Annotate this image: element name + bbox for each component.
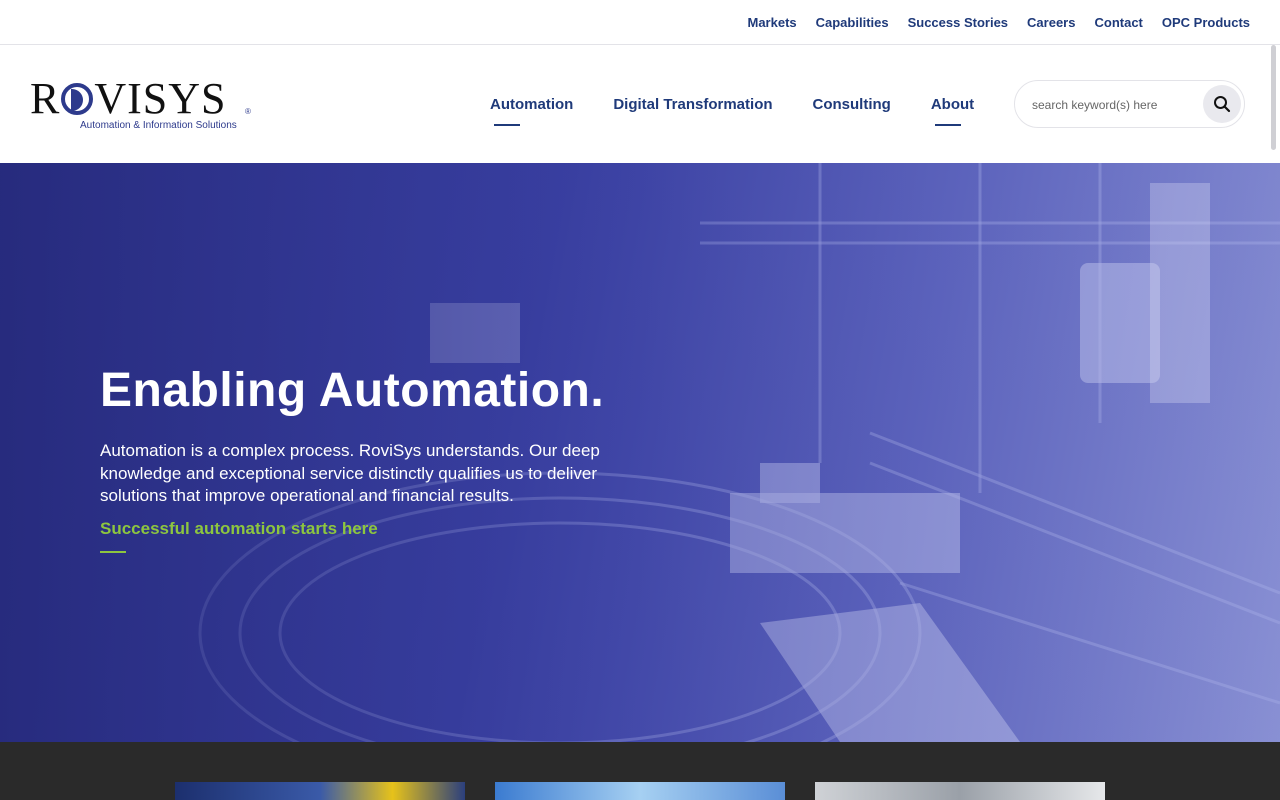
utility-link-capabilities[interactable]: Capabilities — [816, 15, 889, 30]
hero-cta-link[interactable]: Successful automation starts here — [100, 519, 378, 539]
feature-card-image[interactable] — [495, 782, 785, 800]
nav-item-consulting[interactable]: Consulting — [813, 96, 891, 113]
utility-link-success-stories[interactable]: Success Stories — [908, 15, 1008, 30]
utility-nav: Markets Capabilities Success Stories Car… — [728, 0, 1250, 45]
nav-item-label: Digital Transformation — [613, 95, 773, 113]
page-scrollbar[interactable] — [1271, 45, 1276, 150]
nav-active-underline — [494, 123, 520, 126]
feature-cards-section — [0, 742, 1280, 800]
feature-card-image[interactable] — [175, 782, 465, 800]
nav-item-about[interactable]: About — [930, 95, 975, 126]
logo-tagline: Automation & Information Solutions — [80, 120, 237, 131]
search-button[interactable] — [1203, 85, 1241, 123]
logo-o-mark — [61, 83, 94, 115]
hero-description: Automation is a complex process. RoviSys… — [100, 441, 600, 505]
utility-link-markets[interactable]: Markets — [747, 15, 796, 30]
search-input[interactable] — [1032, 95, 1202, 115]
nav-item-label: Automation — [490, 95, 574, 113]
utility-bar: Markets Capabilities Success Stories Car… — [0, 0, 1280, 45]
rovisys-logo[interactable]: R VISYS ® Automation & Information Soluti… — [30, 77, 260, 135]
hero-cta-underline — [100, 551, 126, 553]
hero-title: Enabling Automation. — [100, 364, 605, 417]
logo-registered-mark: ® — [245, 107, 251, 116]
utility-link-contact[interactable]: Contact — [1094, 15, 1142, 30]
search-box — [1014, 80, 1245, 128]
nav-item-label: Consulting — [812, 95, 891, 113]
nav-item-digital-transformation[interactable]: Digital Transformation — [613, 96, 772, 113]
logo-wordmark: R VISYS — [30, 74, 227, 123]
search-icon — [1214, 96, 1231, 113]
nav-item-label: About — [930, 95, 975, 113]
main-header: R VISYS ® Automation & Information Soluti… — [0, 45, 1280, 163]
nav-active-underline — [934, 123, 961, 126]
main-nav: Automation Digital Transformation Consul… — [470, 45, 994, 163]
nav-item-automation[interactable]: Automation — [490, 95, 574, 126]
feature-card-image[interactable] — [815, 782, 1105, 800]
hero-banner: Enabling Automation. Automation is a com… — [0, 163, 1280, 742]
utility-link-opc-products[interactable]: OPC Products — [1162, 15, 1250, 30]
utility-link-careers[interactable]: Careers — [1027, 15, 1075, 30]
